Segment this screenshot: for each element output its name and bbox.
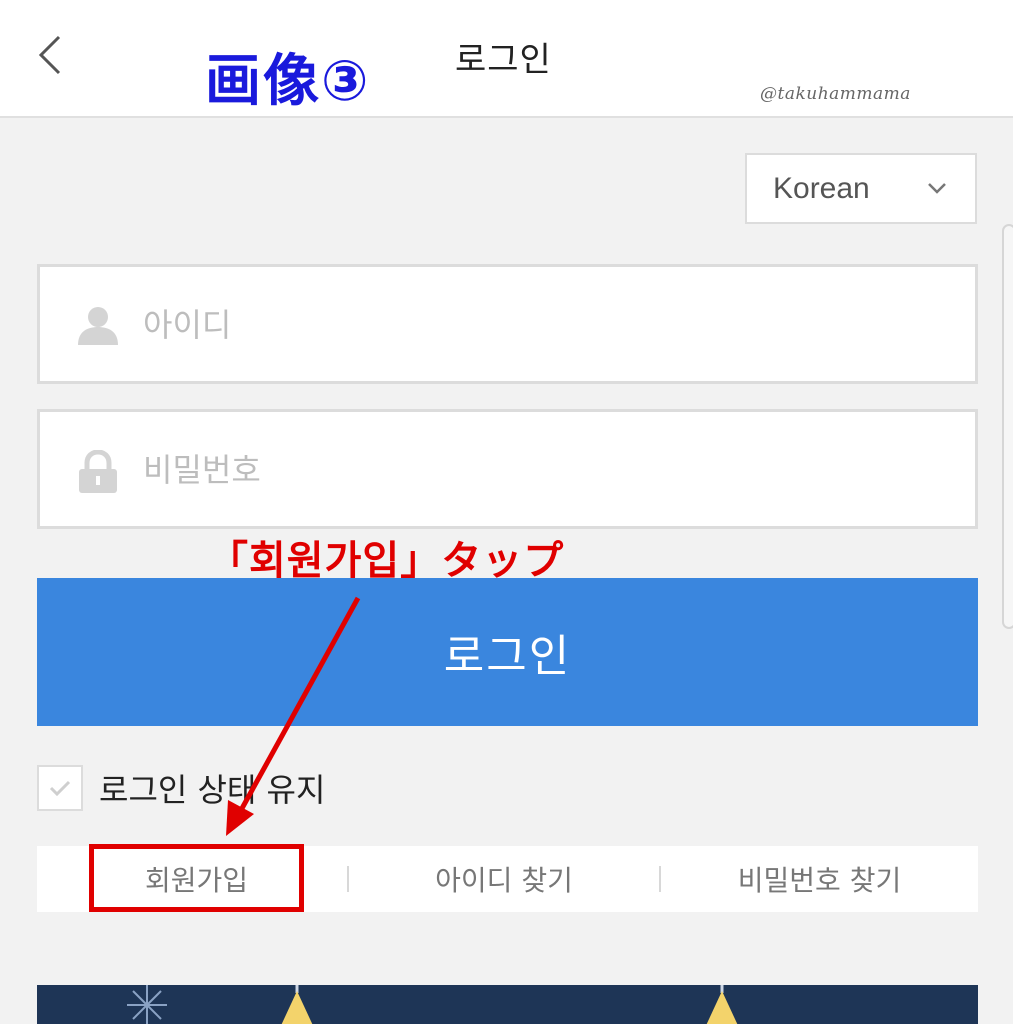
back-button[interactable] xyxy=(30,30,70,80)
id-input[interactable] xyxy=(143,297,943,353)
login-button[interactable]: 로그인 xyxy=(37,578,978,726)
firework-icon xyxy=(127,985,167,1024)
id-field[interactable] xyxy=(37,264,978,384)
scrollbar[interactable] xyxy=(1002,224,1013,629)
password-input[interactable] xyxy=(143,442,943,498)
check-icon xyxy=(49,780,71,796)
overlay-label: 画像③ xyxy=(205,49,371,114)
page-title: 로그인 xyxy=(455,40,552,80)
language-select[interactable]: Korean xyxy=(745,153,977,224)
keep-logged-in-label: 로그인 상태 유지 xyxy=(99,771,326,809)
app-header: 画像③ 로그인 @takuhammama xyxy=(0,0,1013,118)
lock-icon xyxy=(79,450,117,493)
keep-logged-in-checkbox[interactable] xyxy=(37,765,83,811)
watermark: @takuhammama xyxy=(760,84,911,104)
chevron-down-icon xyxy=(928,183,946,194)
signup-link[interactable]: 회원가입 xyxy=(89,846,304,912)
account-links-bar: 회원가입 아이디 찾기 비밀번호 찾기 xyxy=(37,846,978,912)
language-select-value: Korean xyxy=(773,171,870,205)
keep-logged-in-row[interactable]: 로그인 상태 유지 xyxy=(37,764,325,812)
password-field[interactable] xyxy=(37,409,978,529)
user-icon xyxy=(78,307,118,345)
promo-banner[interactable] xyxy=(37,985,978,1024)
pennant-icon xyxy=(706,985,738,1024)
chevron-left-icon xyxy=(38,35,61,75)
pennant-icon xyxy=(281,985,313,1024)
find-id-link[interactable]: 아이디 찾기 xyxy=(349,846,659,912)
find-password-link[interactable]: 비밀번호 찾기 xyxy=(661,846,978,912)
